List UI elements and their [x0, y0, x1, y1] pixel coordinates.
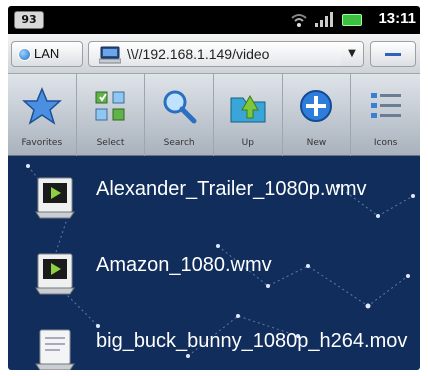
- address-bar: LAN \\//192.168.1.149/video ▼: [8, 34, 420, 74]
- computer-icon: [99, 46, 121, 64]
- lan-label: LAN: [34, 46, 60, 61]
- favorites-button[interactable]: Favorites: [8, 74, 77, 156]
- list-item[interactable]: big_buck_bunny_1080p_h264.mov: [8, 308, 420, 370]
- list-view-icon: [370, 93, 401, 118]
- magnifier-icon: [163, 90, 197, 124]
- toolbar: Favorites Select Search Up New Icons: [8, 74, 420, 156]
- search-label: Search: [163, 138, 195, 148]
- icons-button[interactable]: Icons: [351, 74, 420, 156]
- favorites-label: Favorites: [21, 138, 63, 148]
- select-label: Select: [96, 138, 125, 148]
- generic-file-icon: [35, 329, 75, 370]
- globe-icon: [18, 48, 31, 61]
- path-dropdown[interactable]: \\//192.168.1.149/video ▼: [88, 41, 364, 67]
- select-grid-icon: [95, 91, 125, 121]
- lan-button[interactable]: LAN: [11, 41, 83, 67]
- chevron-down-icon[interactable]: ▼: [341, 42, 363, 66]
- video-file-icon: [35, 253, 75, 295]
- minus-icon: [385, 53, 401, 56]
- list-item[interactable]: Amazon_1080.wmv: [8, 232, 420, 308]
- search-button[interactable]: Search: [145, 74, 214, 156]
- up-button[interactable]: Up: [214, 74, 283, 156]
- file-name: Alexander_Trailer_1080p.wmv: [96, 178, 367, 200]
- list-item[interactable]: Alexander_Trailer_1080p.wmv: [8, 156, 420, 232]
- file-name: big_buck_bunny_1080p_h264.mov: [96, 330, 408, 352]
- up-label: Up: [241, 138, 254, 148]
- phone-screen: 93 13:11 LAN \\//192.168.1.149/video ▼ F…: [8, 6, 420, 370]
- battery-icon: [342, 14, 362, 26]
- plus-icon: [300, 90, 333, 122]
- icons-label: Icons: [373, 138, 398, 148]
- file-name: Amazon_1080.wmv: [96, 254, 272, 276]
- file-list: Alexander_Trailer_1080p.wmv Amazon_1080.…: [8, 156, 420, 370]
- status-bar: 93 13:11: [8, 6, 420, 34]
- collapse-button[interactable]: [370, 41, 416, 67]
- new-button[interactable]: New: [283, 74, 352, 156]
- notification-badge[interactable]: 93: [14, 11, 44, 29]
- select-button[interactable]: Select: [77, 74, 146, 156]
- folder-up-icon: [230, 94, 266, 123]
- wifi-icon: [291, 14, 307, 27]
- clock: 13:11: [378, 10, 416, 27]
- star-icon: [21, 87, 62, 125]
- signal-icon: [315, 12, 333, 27]
- video-file-icon: [35, 177, 75, 219]
- path-text: \\//192.168.1.149/video: [127, 46, 270, 62]
- new-label: New: [306, 138, 327, 148]
